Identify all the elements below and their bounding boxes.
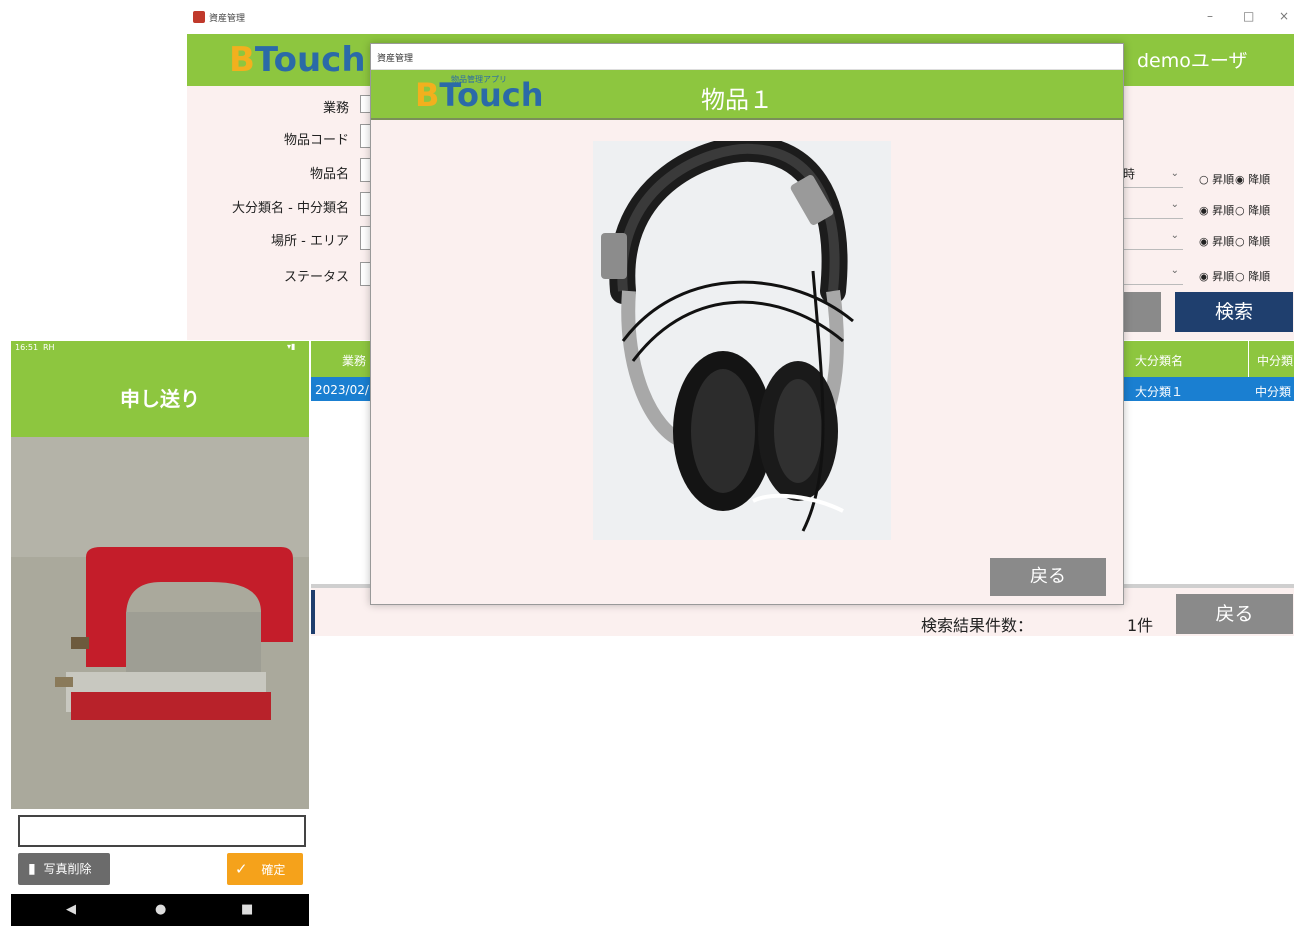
sort-3-asc-label: 昇順 xyxy=(1212,235,1235,248)
cell-major-category: 大分類１ xyxy=(1135,385,1184,399)
field-label-status: ステータス xyxy=(283,270,349,285)
close-button[interactable]: × xyxy=(1279,9,1289,23)
status-time: 16:51 xyxy=(15,343,39,352)
clear-button[interactable] xyxy=(1123,292,1161,332)
cell-date: 2023/02/ xyxy=(315,383,369,397)
sort-select-4[interactable]: ⌄ xyxy=(1123,262,1183,285)
app-logo: BTouch xyxy=(229,36,366,84)
nav-back-icon[interactable]: ◀ xyxy=(66,902,76,917)
sort-select-3[interactable]: ⌄ xyxy=(1123,227,1183,250)
sort-4-asc-label: 昇順 xyxy=(1212,270,1235,283)
field-label-location: 場所 - エリア xyxy=(271,234,349,249)
status-bar: 16:51 RH ▾▮ xyxy=(11,341,309,355)
chevron-down-icon: ⌄ xyxy=(1170,265,1179,276)
dialog-back-button[interactable]: 戻る xyxy=(990,558,1106,596)
sort-4-asc-radio[interactable]: ◉ 昇順 xyxy=(1199,268,1234,284)
cell-mid-category: 中分類 xyxy=(1255,385,1292,399)
sort-3-asc-radio[interactable]: ◉ 昇順 xyxy=(1199,233,1234,249)
sort-select-1[interactable]: 時 ⌄ xyxy=(1123,165,1183,188)
logo-b: B xyxy=(229,40,255,80)
sort-2-desc-radio[interactable]: ○ 降順 xyxy=(1235,202,1270,218)
check-icon: ✓ xyxy=(235,860,248,878)
item-photo xyxy=(593,141,891,540)
message-input[interactable] xyxy=(18,815,306,847)
wifi-icon: ▾▮ xyxy=(287,342,296,351)
sort-4-desc-radio[interactable]: ○ 降順 xyxy=(1235,268,1270,284)
headphones-image xyxy=(593,141,891,540)
dialog-window-title: 資産管理 xyxy=(377,54,414,64)
phone-screen: 16:51 RH ▾▮ 申し送り ▮ 写真削除 ✓ 確定 ◀ ● ■ xyxy=(11,341,309,926)
sort-2-asc-label: 昇順 xyxy=(1212,204,1235,217)
confirm-button[interactable]: ✓ 確定 xyxy=(227,853,303,885)
photo-delete-button[interactable]: ▮ 写真削除 xyxy=(18,853,110,885)
confirm-label: 確定 xyxy=(261,863,286,877)
sort-1-desc-label: 降順 xyxy=(1248,173,1271,186)
sort-2-desc-label: 降順 xyxy=(1248,204,1271,217)
field-label-category: 大分類名 - 中分類名 xyxy=(232,201,349,216)
column-header-mid-category[interactable]: 中分類 xyxy=(1257,352,1293,369)
sort-1-desc-radio[interactable]: ◉ 降順 xyxy=(1235,171,1270,187)
titlebar: 資産管理 – □ × xyxy=(187,0,1294,34)
chevron-down-icon: ⌄ xyxy=(1170,230,1179,241)
field-label-item-name: 物品名 xyxy=(309,167,349,182)
search-button[interactable]: 検索 xyxy=(1175,292,1293,332)
logo-text: Touch xyxy=(254,40,366,80)
navigation-bar: ◀ ● ■ xyxy=(11,894,309,926)
logo-text: Touch xyxy=(439,76,544,114)
chevron-down-icon: ⌄ xyxy=(1170,199,1179,210)
item-detail-dialog: 資産管理 物品管理アプリ BTouch 物品１ 戻る xyxy=(370,43,1124,605)
column-header-business[interactable]: 業務 xyxy=(342,352,366,369)
window-title: 資産管理 xyxy=(209,14,246,24)
column-header-major-category[interactable]: 大分類名 xyxy=(1135,352,1183,369)
dialog-logo: BTouch xyxy=(415,70,543,120)
sort-2-asc-radio[interactable]: ◉ 昇順 xyxy=(1199,202,1234,218)
app-icon xyxy=(193,11,205,23)
minimize-button[interactable]: – xyxy=(1207,9,1213,23)
sort-select-1-value: 時 xyxy=(1123,167,1136,181)
dialog-title: 物品１ xyxy=(701,86,773,114)
nav-recent-icon[interactable]: ■ xyxy=(241,902,253,917)
hole-punch-image xyxy=(11,437,309,809)
field-label-business: 業務 xyxy=(322,101,349,116)
sort-3-desc-radio[interactable]: ○ 降順 xyxy=(1235,233,1270,249)
photo-delete-label: 写真削除 xyxy=(43,862,92,876)
sort-select-2[interactable]: ⌄ xyxy=(1123,196,1183,219)
hole-punch-photo xyxy=(11,437,309,809)
trash-icon: ▮ xyxy=(28,861,36,877)
result-count-label: 検索結果件数： xyxy=(921,616,1034,635)
field-label-item-code: 物品コード xyxy=(283,133,349,148)
back-button[interactable]: 戻る xyxy=(1176,594,1293,634)
user-name: demoユーザ xyxy=(1137,50,1248,72)
status-extra: RH xyxy=(43,343,55,352)
sort-3-desc-label: 降順 xyxy=(1248,235,1271,248)
dialog-titlebar: 資産管理 xyxy=(371,44,1123,70)
sort-1-asc-label: 昇順 xyxy=(1212,173,1235,186)
sort-1-asc-radio[interactable]: ○ 昇順 xyxy=(1199,171,1234,187)
logo-b: B xyxy=(415,76,440,114)
footer-accent xyxy=(311,590,315,634)
chevron-down-icon: ⌄ xyxy=(1170,168,1179,179)
phone-title: 申し送り xyxy=(120,387,200,411)
nav-home-icon[interactable]: ● xyxy=(155,902,166,917)
result-count-value: 1件 xyxy=(1127,616,1154,635)
maximize-button[interactable]: □ xyxy=(1243,9,1254,23)
sort-4-desc-label: 降順 xyxy=(1248,270,1271,283)
